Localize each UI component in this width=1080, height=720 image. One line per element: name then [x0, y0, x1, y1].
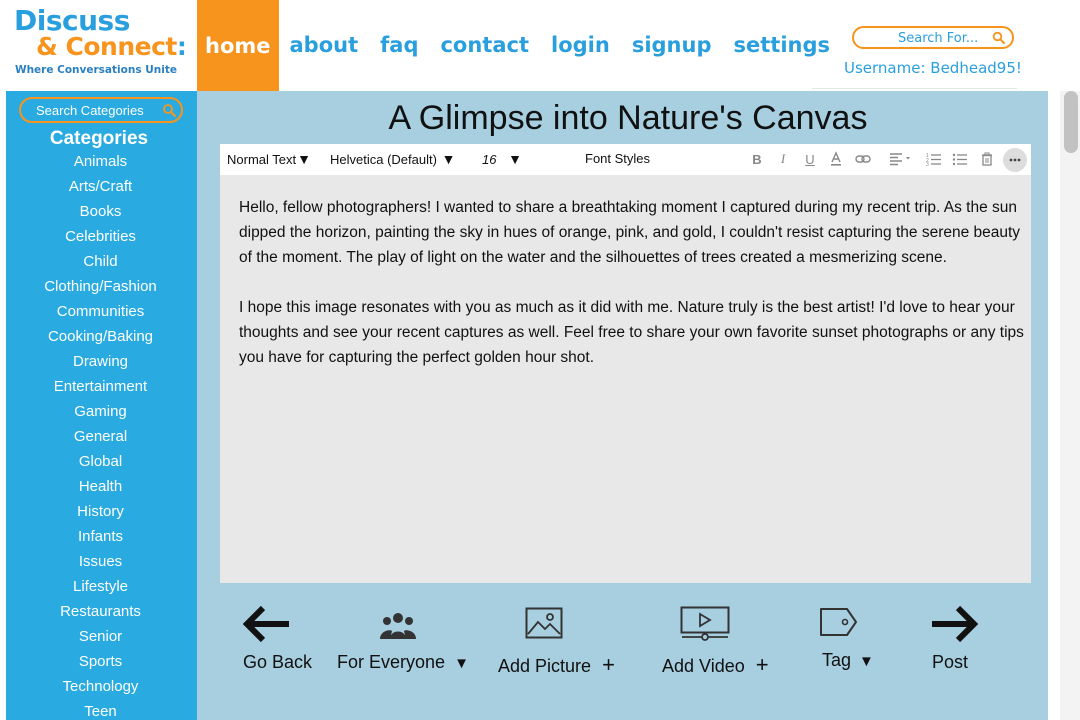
post-label: Post — [932, 652, 969, 672]
site-search-placeholder: Search For... — [898, 31, 979, 46]
font-family-select[interactable]: Helvetica (Default) ▼ — [330, 151, 455, 167]
category-list: Animals Arts/Craft Books Celebrities Chi… — [6, 152, 195, 720]
category-item[interactable]: Entertainment — [6, 377, 195, 402]
image-icon — [525, 607, 563, 639]
logo-tagline: Where Conversations Unite — [15, 64, 177, 76]
tag-label: Tag ▼ — [822, 650, 874, 670]
scrollbar-thumb[interactable] — [1064, 91, 1078, 153]
font-size-select[interactable]: 16 ▼ — [482, 151, 522, 167]
more-icon — [1009, 158, 1021, 162]
post-composer: A Glimpse into Nature's Canvas Normal Te… — [197, 91, 1048, 720]
chevron-down-icon: ▼ — [297, 151, 311, 167]
main-nav: home about faq contact login signup sett… — [197, 0, 841, 91]
category-item[interactable]: Arts/Craft — [6, 177, 195, 202]
align-icon[interactable] — [888, 150, 914, 168]
nav-faq[interactable]: faq — [369, 0, 429, 91]
category-item[interactable]: Health — [6, 477, 195, 502]
audience-label: For Everyone ▼ — [337, 652, 469, 672]
nav-home[interactable]: home — [197, 0, 279, 91]
category-item[interactable]: General — [6, 427, 195, 452]
category-item[interactable]: Clothing/Fashion — [6, 277, 195, 302]
category-item[interactable]: Teen — [6, 702, 195, 720]
chevron-down-icon: ▼ — [441, 151, 456, 167]
font-styles-button[interactable]: Font Styles — [585, 151, 650, 166]
font-color-icon[interactable] — [827, 150, 845, 168]
video-icon — [680, 606, 730, 641]
nav-signup[interactable]: signup — [621, 0, 723, 91]
trash-icon[interactable] — [978, 150, 996, 168]
category-item[interactable]: Drawing — [6, 352, 195, 377]
search-icon[interactable] — [162, 103, 177, 118]
chevron-down-icon: ▼ — [859, 653, 874, 670]
post-title[interactable]: A Glimpse into Nature's Canvas — [197, 99, 1059, 138]
post-paragraph: I hope this image resonates with you as … — [239, 299, 1024, 366]
category-item[interactable]: Senior — [6, 627, 195, 652]
plus-icon: + — [755, 652, 769, 677]
category-item[interactable]: History — [6, 502, 195, 527]
nav-contact[interactable]: contact — [429, 0, 540, 91]
username-label[interactable]: Username: Bedhead95! — [844, 59, 1022, 77]
category-item[interactable]: Cooking/Baking — [6, 327, 195, 352]
post-paragraph: Hello, fellow photographers! I wanted to… — [239, 199, 1021, 266]
logo-line2: & Connect: — [36, 32, 187, 61]
arrow-right-icon — [932, 605, 978, 643]
category-item[interactable]: Books — [6, 202, 195, 227]
go-back-label: Go Back — [243, 652, 313, 672]
category-item[interactable]: Infants — [6, 527, 195, 552]
nav-settings[interactable]: settings — [723, 0, 842, 91]
people-icon — [380, 613, 416, 639]
category-item[interactable]: Animals — [6, 152, 195, 177]
bullet-list-icon[interactable] — [951, 150, 969, 168]
underline-icon[interactable]: U — [801, 150, 819, 168]
category-item[interactable]: Communities — [6, 302, 195, 327]
text-style-select[interactable]: Normal Text▼ — [227, 151, 311, 167]
chevron-down-icon: ▼ — [454, 655, 469, 672]
chevron-down-icon: ▼ — [508, 151, 522, 167]
numbered-list-icon[interactable]: 123 — [925, 150, 943, 168]
bold-icon[interactable]: B — [748, 150, 766, 168]
category-item[interactable]: Gaming — [6, 402, 195, 427]
site-logo[interactable]: Discuss & Connect: Where Conversations U… — [12, 4, 192, 84]
category-item[interactable]: Sports — [6, 652, 195, 677]
editor-toolbar: Normal Text▼ Helvetica (Default) ▼ 16 ▼ … — [220, 144, 1031, 175]
category-search-placeholder: Search Categories — [36, 103, 144, 118]
link-icon[interactable] — [854, 150, 872, 168]
categories-heading: Categories — [49, 128, 149, 149]
add-picture-label: Add Picture + — [498, 652, 615, 677]
category-item[interactable]: Child — [6, 252, 195, 277]
category-item[interactable]: Global — [6, 452, 195, 477]
add-video-label: Add Video + — [662, 652, 769, 677]
header: Discuss & Connect: Where Conversations U… — [0, 0, 1080, 91]
svg-text:3: 3 — [926, 162, 929, 166]
divider — [812, 88, 1017, 89]
italic-icon[interactable]: I — [774, 150, 792, 168]
more-options-button[interactable] — [1003, 148, 1027, 172]
category-sidebar: Search Categories Categories Animals Art… — [6, 91, 197, 720]
plus-icon: + — [602, 652, 615, 677]
category-item[interactable]: Restaurants — [6, 602, 195, 627]
post-body-editor[interactable]: Hello, fellow photographers! I wanted to… — [220, 175, 1031, 583]
category-item[interactable]: Technology — [6, 677, 195, 702]
category-item[interactable]: Celebrities — [6, 227, 195, 252]
arrow-left-icon — [243, 605, 289, 643]
category-item[interactable]: Lifestyle — [6, 577, 195, 602]
search-icon[interactable] — [992, 31, 1006, 45]
tag-icon — [820, 608, 857, 636]
nav-login[interactable]: login — [540, 0, 621, 91]
nav-about[interactable]: about — [279, 0, 370, 91]
category-search-input[interactable]: Search Categories — [19, 97, 183, 123]
site-search-input[interactable]: Search For... — [852, 26, 1014, 49]
category-item[interactable]: Issues — [6, 552, 195, 577]
page-scrollbar[interactable] — [1060, 91, 1080, 720]
